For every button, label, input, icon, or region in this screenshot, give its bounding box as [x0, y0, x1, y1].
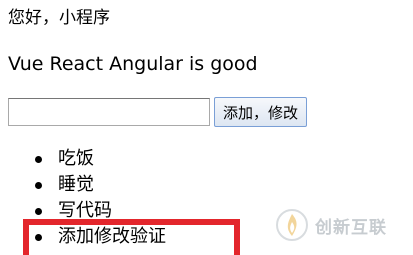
bullet-icon — [35, 182, 42, 189]
todo-form: 添加，修改 — [8, 97, 308, 127]
todo-item-label: 吃饭 — [58, 148, 94, 169]
todo-item-label: 写代码 — [58, 200, 112, 221]
flame-logo-icon — [276, 209, 308, 241]
page: 您好，小程序 Vue React Angular is good 添加，修改 吃… — [0, 0, 413, 255]
greeting-text: 您好，小程序 — [8, 8, 110, 28]
add-edit-button[interactable]: 添加，修改 — [214, 97, 308, 127]
todo-input[interactable] — [8, 98, 210, 126]
bullet-icon — [35, 208, 42, 215]
todo-item: 吃饭 — [0, 146, 166, 172]
todo-item: 睡觉 — [0, 172, 166, 198]
watermark: 创新互联 — [275, 208, 387, 242]
highlight-annotation-box — [23, 219, 240, 255]
todo-item-label: 睡觉 — [58, 174, 94, 195]
watermark-text: 创新互联 — [315, 217, 387, 238]
bullet-icon — [35, 156, 42, 163]
subtitle-text: Vue React Angular is good — [8, 53, 258, 75]
